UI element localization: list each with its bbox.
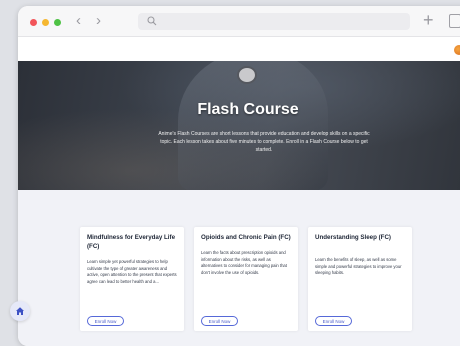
minimize-window-button[interactable] <box>42 19 49 26</box>
enroll-now-button[interactable]: Enroll Now <box>201 316 238 326</box>
page-title: Flash Course <box>197 101 299 118</box>
browser-window: ‹ › + Flash Course Anime's Flash Courses… <box>18 6 460 346</box>
course-card: Understanding Sleep (FC) Learn the benef… <box>308 227 412 331</box>
course-title: Understanding Sleep (FC) <box>315 234 391 241</box>
course-card: Opioids and Chronic Pain (FC) Learn the … <box>194 227 298 331</box>
new-tab-button[interactable]: + <box>423 11 434 29</box>
back-icon[interactable]: ‹ <box>76 13 81 29</box>
avatar[interactable] <box>454 45 460 55</box>
search-icon <box>147 16 157 26</box>
course-title: Opioids and Chronic Pain (FC) <box>201 234 291 241</box>
enroll-now-button[interactable]: Enroll Now <box>87 316 124 326</box>
hero-description: Anime's Flash Courses are short lessons … <box>158 131 370 153</box>
address-bar[interactable] <box>138 13 410 30</box>
watch-image <box>237 66 257 84</box>
course-description: Learn the benefits of sleep, as well as … <box>315 257 402 276</box>
course-description: Learn simple yet powerful strategies to … <box>87 259 177 284</box>
browser-toolbar <box>18 37 460 61</box>
course-card: Mindfulness for Everyday Life (FC) Learn… <box>80 227 184 331</box>
browser-titlebar: ‹ › + <box>18 6 460 37</box>
forward-icon[interactable]: › <box>96 13 101 29</box>
course-description: Learn the facts about prescription opioi… <box>201 250 287 275</box>
tabs-icon[interactable] <box>449 14 460 28</box>
enroll-now-button[interactable]: Enroll Now <box>315 316 352 326</box>
course-title: Mindfulness for Everyday Life (FC) <box>87 234 176 250</box>
home-icon <box>16 307 24 315</box>
close-window-button[interactable] <box>30 19 37 26</box>
course-list: Mindfulness for Everyday Life (FC) Learn… <box>18 190 460 346</box>
home-button[interactable] <box>10 301 30 321</box>
maximize-window-button[interactable] <box>54 19 61 26</box>
hero-banner: Flash Course Anime's Flash Courses are s… <box>18 61 460 190</box>
